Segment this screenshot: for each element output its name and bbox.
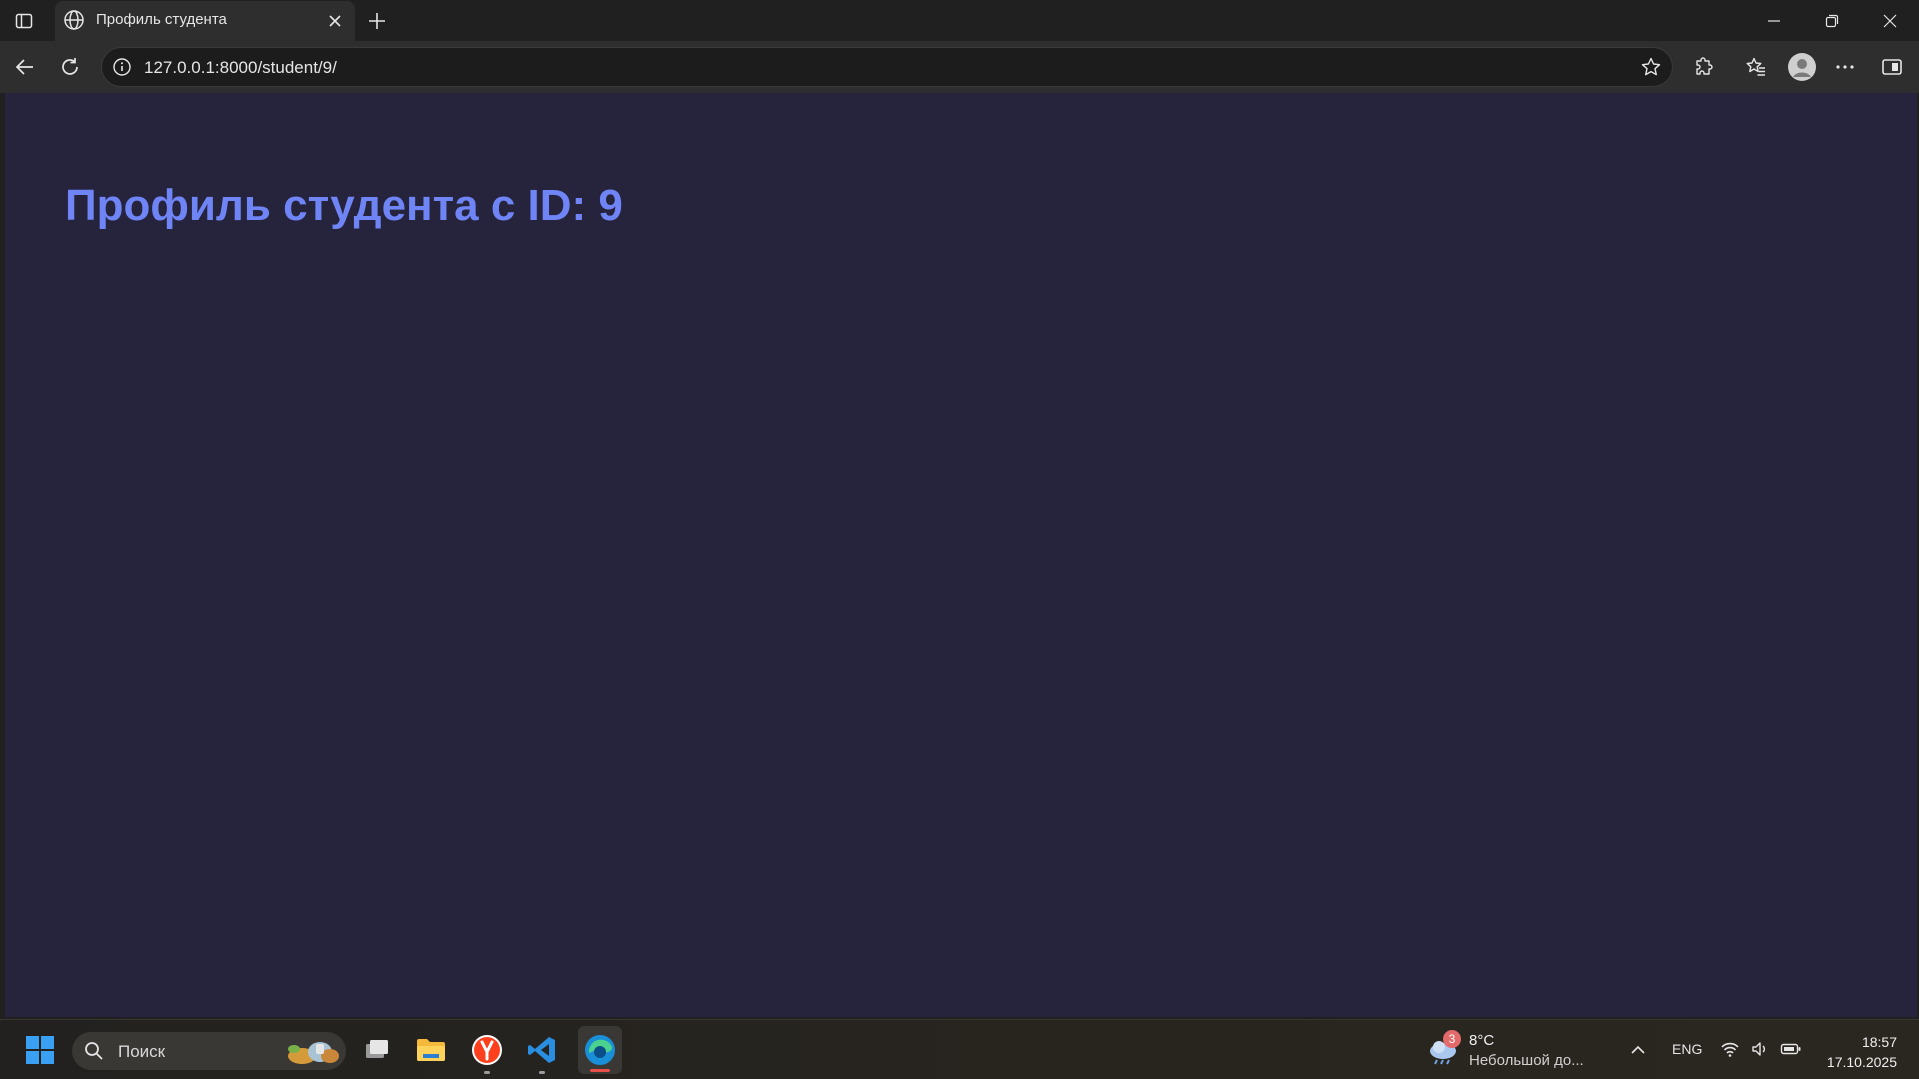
- tab-actions-icon[interactable]: [12, 9, 36, 33]
- weather-alert-badge: 3: [1443, 1030, 1461, 1048]
- search-highlight-illustration-icon: [280, 1036, 344, 1066]
- wifi-icon[interactable]: [1720, 1039, 1740, 1064]
- taskbar-search[interactable]: Поиск: [72, 1032, 346, 1070]
- running-indicator: [539, 1071, 545, 1074]
- input-language[interactable]: ENG: [1672, 1041, 1702, 1057]
- tab-strip: Профиль студента: [0, 0, 1919, 41]
- edge-icon[interactable]: [578, 1026, 622, 1074]
- url-text[interactable]: 127.0.0.1:8000/student/9/: [144, 58, 337, 78]
- new-tab-icon[interactable]: [364, 8, 390, 34]
- globe-icon: [63, 9, 85, 31]
- tab-active[interactable]: Профиль студента: [55, 1, 355, 41]
- running-indicator: [484, 1071, 490, 1074]
- task-view-icon[interactable]: [359, 1032, 395, 1068]
- sidebar-toggle-icon[interactable]: [1878, 53, 1906, 81]
- search-icon: [84, 1041, 104, 1061]
- address-bar[interactable]: 127.0.0.1:8000/student/9/: [101, 47, 1673, 87]
- window-controls: [1745, 0, 1919, 41]
- file-explorer-icon[interactable]: [413, 1032, 449, 1068]
- restore-icon[interactable]: [1803, 0, 1861, 41]
- clock-time: 18:57: [1861, 1034, 1897, 1050]
- weather-condition: Небольшой до...: [1469, 1052, 1584, 1069]
- tab-title: Профиль студента: [96, 11, 227, 28]
- favorite-star-icon[interactable]: [1640, 56, 1662, 78]
- show-hidden-icons-chevron-up-icon[interactable]: [1628, 1040, 1648, 1060]
- extensions-icon[interactable]: [1690, 53, 1718, 81]
- back-arrow-icon[interactable]: [11, 53, 39, 81]
- close-window-icon[interactable]: [1861, 0, 1919, 41]
- windows-start-icon[interactable]: [22, 1032, 58, 1068]
- yandex-browser-icon[interactable]: [469, 1032, 505, 1074]
- page-title: Профиль студента с ID: 9: [65, 181, 623, 230]
- refresh-icon[interactable]: [56, 53, 84, 81]
- system-tray: [1720, 1039, 1802, 1064]
- battery-icon[interactable]: [1780, 1039, 1802, 1064]
- favorites-icon[interactable]: [1742, 53, 1770, 81]
- search-placeholder: Поиск: [118, 1042, 166, 1061]
- vscode-icon[interactable]: [524, 1032, 560, 1074]
- weather-widget[interactable]: 3 8°C Небольшой до...: [1425, 1028, 1595, 1074]
- minimize-icon[interactable]: [1745, 0, 1803, 41]
- clock-date: 17.10.2025: [1826, 1054, 1897, 1070]
- close-tab-icon[interactable]: [325, 11, 345, 31]
- browser-toolbar: 127.0.0.1:8000/student/9/: [0, 41, 1919, 93]
- more-options-icon[interactable]: [1831, 53, 1859, 81]
- system-clock[interactable]: 18:57 17.10.2025: [1827, 1032, 1897, 1072]
- volume-icon[interactable]: [1750, 1039, 1770, 1064]
- active-app-indicator: [590, 1069, 610, 1072]
- profile-avatar-icon[interactable]: [1786, 51, 1818, 83]
- weather-temperature: 8°C: [1469, 1032, 1495, 1049]
- site-info-icon[interactable]: [112, 57, 132, 77]
- windows-taskbar: Поиск 3 8°C Небольшой до... ENG 18:57 17…: [0, 1019, 1919, 1079]
- page-viewport: Профиль студента с ID: 9: [5, 93, 1917, 1017]
